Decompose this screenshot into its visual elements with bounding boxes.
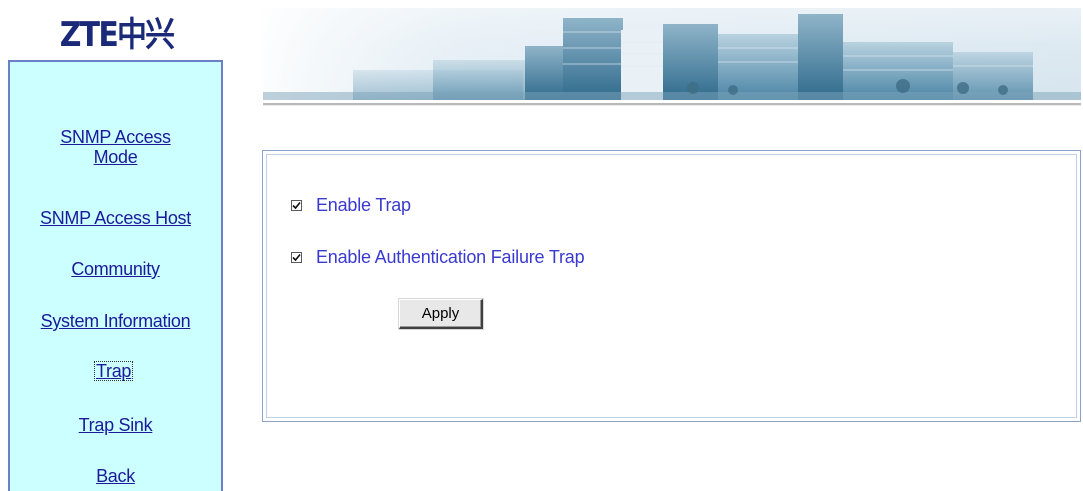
snmp-config-page: ZTE中兴 SNMP Access Mode SNMP Access Host … [0,0,1083,491]
logo-text: ZTE中兴 [60,14,175,55]
sidebar-item-back[interactable]: Back [10,466,221,486]
zte-logo: ZTE中兴 [8,6,226,56]
header-banner-image [263,8,1081,100]
enable-auth-failure-trap-row: Enable Authentication Failure Trap [291,247,585,267]
apply-button[interactable]: Apply [399,299,483,329]
enable-auth-failure-trap-label: Enable Authentication Failure Trap [316,247,585,267]
sidebar-nav: SNMP Access Mode SNMP Access Host Commun… [8,60,223,491]
enable-auth-failure-trap-checkbox[interactable] [291,251,302,263]
enable-trap-row: Enable Trap [291,195,411,215]
sidebar-item-trap-sink[interactable]: Trap Sink [10,415,221,435]
check-icon [292,201,301,209]
sidebar-item-system-information[interactable]: System Information [10,311,221,331]
enable-trap-label: Enable Trap [316,195,411,215]
check-icon [292,253,301,261]
trap-settings-panel: Enable Trap Enable Authentication Failur… [262,150,1081,422]
sidebar-item-trap[interactable]: Trap [94,361,134,381]
sidebar-item-snmp-access-mode[interactable]: SNMP Access Mode [10,127,221,167]
enable-trap-checkbox[interactable] [291,199,302,211]
building-skyline-image [263,8,1081,100]
sidebar-item-snmp-access-host[interactable]: SNMP Access Host [10,208,221,228]
sidebar-item-community[interactable]: Community [10,259,221,279]
header-divider [263,103,1081,106]
